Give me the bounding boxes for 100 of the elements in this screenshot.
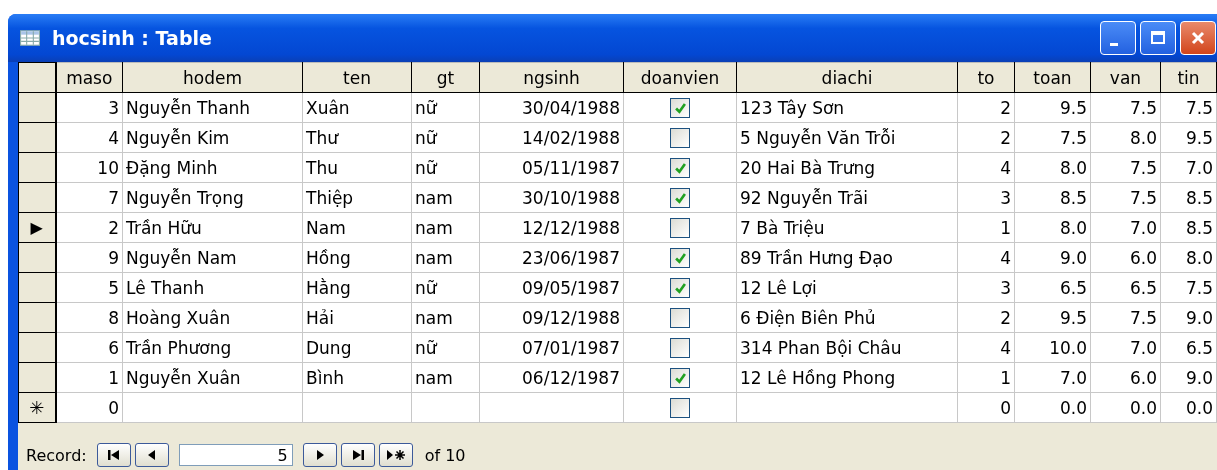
table-cell: 14/02/1988 — [522, 127, 620, 148]
column-header[interactable]: hodem — [122, 62, 303, 93]
table-cell: 6.5 — [1129, 277, 1157, 298]
table-cell: 9.5 — [1059, 97, 1087, 118]
table-cell: Hoàng Xuân — [126, 307, 231, 328]
table-cell: 09/05/1987 — [522, 277, 620, 298]
record-selector[interactable] — [18, 332, 56, 363]
record-selector[interactable] — [18, 92, 56, 123]
select-all-button[interactable] — [18, 62, 56, 93]
table-cell: 9 — [108, 247, 119, 268]
record-selector[interactable]: ▶ — [18, 212, 56, 243]
table-cell: 4 — [108, 127, 119, 148]
record-selector[interactable] — [18, 182, 56, 213]
table-cell: 5 — [108, 277, 119, 298]
last-record-button[interactable] — [340, 443, 375, 467]
table-cell: Nguyễn Trọng — [126, 187, 244, 208]
table-icon — [20, 30, 40, 46]
table-cell: nam — [415, 217, 453, 238]
table-cell: 10.0 — [1049, 337, 1087, 358]
checkbox[interactable] — [670, 158, 690, 178]
table-cell: Trần Phương — [126, 337, 232, 358]
table-cell: 7.0 — [1185, 157, 1213, 178]
check-icon — [674, 192, 686, 204]
maximize-button[interactable] — [1140, 21, 1176, 55]
checkbox[interactable] — [670, 98, 690, 118]
checkbox[interactable] — [670, 368, 690, 388]
table-cell: Nam — [306, 217, 346, 238]
column-header[interactable]: toan — [1014, 62, 1091, 93]
table-cell: Nguyễn Thanh — [126, 97, 251, 118]
minimize-icon — [1110, 42, 1118, 46]
record-selector[interactable] — [18, 152, 56, 183]
table-cell: 7.5 — [1059, 127, 1087, 148]
table-cell: 7.5 — [1129, 97, 1157, 118]
column-header[interactable]: ten — [302, 62, 412, 93]
table-cell: 05/11/1987 — [522, 157, 620, 178]
record-marker: ✳ — [29, 396, 45, 418]
record-number-field[interactable]: 5 — [178, 444, 293, 466]
table-cell: 2 — [1000, 127, 1011, 148]
table-cell: 92 Nguyễn Trãi — [740, 187, 869, 208]
table-cell: nam — [415, 187, 453, 208]
first-record-button[interactable] — [96, 443, 131, 467]
checkbox[interactable] — [670, 338, 690, 358]
table-cell: Nguyễn Xuân — [126, 367, 241, 388]
record-selector[interactable] — [18, 362, 56, 393]
table-cell: 2 — [108, 217, 119, 238]
table-cell: 12/12/1988 — [522, 217, 620, 238]
table-cell: 8.0 — [1129, 127, 1157, 148]
column-header[interactable]: ngsinh — [479, 62, 624, 93]
table-cell: 8.0 — [1059, 157, 1087, 178]
table-cell: 23/06/1987 — [522, 247, 620, 268]
table-cell: Dung — [306, 337, 352, 358]
checkbox[interactable] — [670, 248, 690, 268]
checkbox[interactable] — [670, 278, 690, 298]
table-cell: 7.0 — [1129, 337, 1157, 358]
table-cell: 4 — [1000, 157, 1011, 178]
table-cell: 8.0 — [1185, 247, 1213, 268]
column-header[interactable]: van — [1090, 62, 1161, 93]
table-cell: 30/04/1988 — [522, 97, 620, 118]
table-cell: 30/10/1988 — [522, 187, 620, 208]
table-cell: 8.5 — [1185, 217, 1213, 238]
checkbox[interactable] — [670, 128, 690, 148]
record-selector[interactable] — [18, 122, 56, 153]
column-header[interactable]: maso — [55, 62, 123, 93]
next-record-button[interactable] — [302, 443, 337, 467]
record-marker: ▶ — [30, 218, 43, 237]
new-record-button[interactable] — [378, 443, 413, 467]
record-selector[interactable] — [18, 272, 56, 303]
checkbox[interactable] — [670, 188, 690, 208]
previous-record-button[interactable] — [134, 443, 169, 467]
table-cell: 9.0 — [1185, 307, 1213, 328]
column-header[interactable]: to — [957, 62, 1015, 93]
column-header[interactable]: doanvien — [623, 62, 737, 93]
minimize-button[interactable] — [1100, 21, 1136, 55]
table-cell: 12 Lê Lợi — [740, 277, 817, 298]
table-cell: nữ — [415, 127, 437, 148]
column-header[interactable]: tin — [1160, 62, 1217, 93]
table-cell: 9.0 — [1185, 367, 1213, 388]
checkbox[interactable] — [670, 308, 690, 328]
table-cell: 09/12/1988 — [522, 307, 620, 328]
table-cell: 0 — [108, 397, 119, 418]
close-button[interactable] — [1180, 21, 1216, 55]
table-cell: 7 Bà Triệu — [740, 217, 825, 238]
table-cell: 1 — [1000, 217, 1011, 238]
table-cell: 8 — [108, 307, 119, 328]
table-cell: Lê Thanh — [126, 277, 205, 298]
record-selector[interactable] — [18, 302, 56, 333]
column-header[interactable]: diachi — [736, 62, 958, 93]
checkbox[interactable] — [670, 218, 690, 238]
table-cell: 06/12/1987 — [522, 367, 620, 388]
table-cell: 0.0 — [1129, 397, 1157, 418]
column-header[interactable]: gt — [411, 62, 480, 93]
table-cell: 8.0 — [1059, 217, 1087, 238]
table-cell: nữ — [415, 277, 437, 298]
table-cell: nữ — [415, 337, 437, 358]
table-cell: nữ — [415, 97, 437, 118]
table-cell: 3 — [1000, 187, 1011, 208]
checkbox[interactable] — [670, 398, 690, 418]
record-selector[interactable]: ✳ — [18, 392, 56, 423]
table-cell: 3 — [1000, 277, 1011, 298]
record-selector[interactable] — [18, 242, 56, 273]
